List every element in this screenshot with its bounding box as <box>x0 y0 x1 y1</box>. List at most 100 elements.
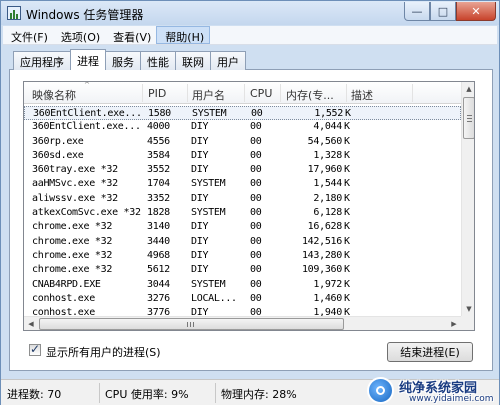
memory-cell: 2,180 <box>313 192 342 204</box>
horizontal-scroll-thumb[interactable] <box>39 318 344 330</box>
pid-cell: 1704 <box>147 178 170 190</box>
table-row[interactable]: 360sd.exe 3584 DIY 00 1,328 K <box>24 149 461 163</box>
memory-unit: K <box>344 164 350 176</box>
menu-options[interactable]: 选项(O) <box>53 26 105 44</box>
image-name-cell: chrome.exe *32 <box>32 235 113 247</box>
memory-unit: K <box>344 235 350 247</box>
table-row[interactable]: 360rp.exe 4556 DIY 00 54,560 K <box>24 135 461 149</box>
menu-file[interactable]: 文件(F) <box>3 26 53 44</box>
tab-networking[interactable]: 联网 <box>175 51 211 70</box>
user-cell: SYSTEM <box>191 178 226 190</box>
cpu-usage: CPU 使用率: 9% <box>105 388 189 401</box>
pid-cell: 4968 <box>147 249 170 261</box>
table-row[interactable]: atkexComSvc.exe *32 1828 SYSTEM 00 6,128… <box>24 206 461 220</box>
cpu-cell: 00 <box>250 221 262 233</box>
pid-cell: 3044 <box>147 278 170 290</box>
image-name-cell: conhost.exe <box>32 292 95 304</box>
menu-help[interactable]: 帮助(H) <box>156 26 211 44</box>
column-divider[interactable] <box>346 84 347 102</box>
end-process-button[interactable]: 结束进程(E) <box>387 342 473 362</box>
table-row[interactable]: aliwssv.exe *32 3352 DIY 00 2,180 K <box>24 192 461 206</box>
column-cpu[interactable]: CPU <box>250 87 272 100</box>
column-divider[interactable] <box>244 84 245 102</box>
image-name-cell: atkexComSvc.exe *32 <box>32 207 141 219</box>
tab-strip: 应用程序 进程 服务 性能 联网 用户 <box>13 49 246 70</box>
title-bar[interactable]: Windows 任务管理器 — □ ✕ <box>1 1 499 25</box>
tab-applications[interactable]: 应用程序 <box>13 51 71 70</box>
minimize-button[interactable]: — <box>404 2 430 21</box>
show-all-users-checkbox[interactable]: ✓ <box>29 342 41 356</box>
vertical-scrollbar[interactable]: ▲ ▼ <box>461 82 474 316</box>
menu-view[interactable]: 查看(V) <box>105 26 156 44</box>
grip-line <box>193 322 194 327</box>
user-cell: LOCAL... <box>191 292 237 304</box>
column-user[interactable]: 用户名 <box>192 87 225 103</box>
cpu-cell: 00 <box>250 264 262 276</box>
physical-memory: 物理内存: 28% <box>221 388 297 401</box>
tab-users[interactable]: 用户 <box>210 51 246 70</box>
memory-cell: 109,360 <box>301 264 342 276</box>
user-cell: DIY <box>191 149 209 161</box>
grip-line <box>187 322 188 327</box>
table-row[interactable]: 360EntClient.exe... 4000 DIY 00 4,044 K <box>24 120 461 134</box>
cpu-cell: 00 <box>250 207 262 219</box>
column-description[interactable]: 描述 <box>351 87 373 103</box>
grip-line <box>467 115 472 116</box>
column-divider[interactable] <box>412 84 413 102</box>
image-name-cell: 360EntClient.exe... <box>33 108 142 119</box>
column-divider[interactable] <box>142 84 143 102</box>
table-row[interactable]: conhost.exe 3276 LOCAL... 00 1,460 K <box>24 292 461 306</box>
image-name-cell: aaHMSvc.exe *32 <box>32 178 118 190</box>
user-cell: DIY <box>191 221 209 233</box>
scroll-down-icon[interactable]: ▼ <box>462 302 474 316</box>
show-all-users-label[interactable]: 显示所有用户的进程(S) <box>46 344 161 360</box>
image-name-cell: 360EntClient.exe... <box>32 121 141 133</box>
table-row[interactable]: aaHMSvc.exe *32 1704 SYSTEM 00 1,544 K <box>24 177 461 191</box>
table-row[interactable]: 360EntClient.exe... 1580 SYSTEM 00 1,552… <box>24 106 461 121</box>
grip-line <box>190 322 191 327</box>
column-divider[interactable] <box>280 84 281 102</box>
scroll-up-icon[interactable]: ▲ <box>462 82 474 96</box>
process-rows: 360EntClient.exe... 1580 SYSTEM 00 1,552… <box>24 106 461 320</box>
scroll-right-icon[interactable]: ▶ <box>447 317 461 330</box>
table-row[interactable]: chrome.exe *32 3140 DIY 00 16,628 K <box>24 220 461 234</box>
maximize-button[interactable]: □ <box>430 2 456 21</box>
memory-unit: K <box>344 135 350 147</box>
scroll-left-icon[interactable]: ◀ <box>24 317 38 330</box>
horizontal-scrollbar[interactable]: ◀ ▶ <box>24 316 461 330</box>
table-row[interactable]: CNAB4RPD.EXE 3044 SYSTEM 00 1,972 K <box>24 278 461 292</box>
scrollbar-corner <box>461 316 474 330</box>
column-divider[interactable] <box>187 84 188 102</box>
column-image-name[interactable]: 映像名称 <box>32 87 76 103</box>
pid-cell: 3552 <box>147 164 170 176</box>
user-cell: SYSTEM <box>192 108 227 119</box>
cpu-cell: 00 <box>250 192 262 204</box>
tab-performance[interactable]: 性能 <box>140 51 176 70</box>
table-row[interactable]: 360tray.exe *32 3552 DIY 00 17,960 K <box>24 163 461 177</box>
memory-cell: 1,460 <box>313 292 342 304</box>
table-row[interactable]: chrome.exe *32 3440 DIY 00 142,516 K <box>24 235 461 249</box>
tab-services[interactable]: 服务 <box>105 51 141 70</box>
table-row[interactable]: chrome.exe *32 4968 DIY 00 143,280 K <box>24 249 461 263</box>
pid-cell: 3276 <box>147 292 170 304</box>
pid-cell: 1580 <box>148 108 171 119</box>
memory-cell: 142,516 <box>301 235 342 247</box>
memory-unit: K <box>344 149 350 161</box>
vertical-scroll-thumb[interactable] <box>463 97 474 139</box>
window-title: Windows 任务管理器 <box>26 8 144 22</box>
watermark-url: www.yidaimei.com <box>409 394 494 404</box>
pid-cell: 4000 <box>147 121 170 133</box>
cpu-cell: 00 <box>250 178 262 190</box>
cpu-cell: 00 <box>250 235 262 247</box>
status-divider <box>215 383 216 403</box>
memory-cell: 1,972 <box>313 278 342 290</box>
process-list[interactable]: 映像名称 ^ PID 用户名 CPU 内存(专... 描述 360EntClie… <box>23 81 475 331</box>
table-row[interactable]: chrome.exe *32 5612 DIY 00 109,360 K <box>24 263 461 277</box>
sort-ascending-icon: ^ <box>84 81 90 89</box>
column-memory[interactable]: 内存(专... <box>286 87 334 103</box>
cpu-cell: 00 <box>250 149 262 161</box>
column-pid[interactable]: PID <box>148 87 166 100</box>
close-button[interactable]: ✕ <box>456 2 496 21</box>
image-name-cell: chrome.exe *32 <box>32 221 113 233</box>
tab-processes[interactable]: 进程 <box>70 49 106 70</box>
